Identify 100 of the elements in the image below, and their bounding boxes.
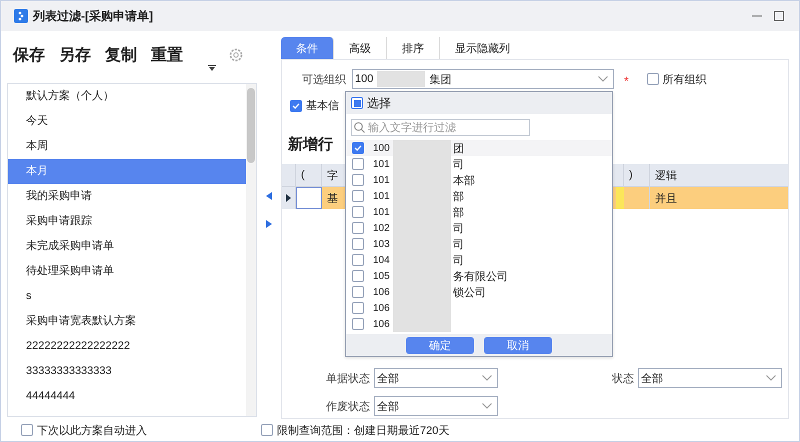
option-name: 司 xyxy=(453,238,464,252)
option-code: 103 xyxy=(373,238,391,250)
option-name: 锁公司 xyxy=(453,286,486,300)
dialog-button[interactable]: 确定 xyxy=(406,336,474,354)
field-label: 可选组织 xyxy=(301,72,346,86)
checkbox[interactable] xyxy=(352,142,364,154)
option-name: 本部 xyxy=(453,174,475,188)
required-mark: * xyxy=(624,74,629,88)
scrollbar[interactable] xyxy=(246,84,256,416)
dialog-button[interactable]: 取消 xyxy=(484,336,552,354)
option-name: 部 xyxy=(453,190,464,204)
checkbox-label: 所有组织 xyxy=(662,72,707,86)
status-select[interactable]: 全部 xyxy=(374,368,498,388)
organization-option[interactable]: 106 xyxy=(346,316,612,332)
column-header: ( xyxy=(296,164,322,186)
option-code: 100 xyxy=(373,142,391,154)
option-name: 务有限公司 xyxy=(453,270,508,284)
toolbar-button[interactable]: 复制 xyxy=(105,44,137,66)
organization-option[interactable]: 101 本部 xyxy=(346,172,612,188)
checkbox[interactable] xyxy=(646,73,659,85)
redaction-block xyxy=(377,71,426,87)
organization-option[interactable]: 106 xyxy=(346,300,612,316)
toolbar-button[interactable]: 另存 xyxy=(59,44,91,66)
redaction-block xyxy=(393,316,451,332)
table-cell xyxy=(296,187,322,209)
checkbox[interactable] xyxy=(351,97,363,109)
scheme-item[interactable]: s xyxy=(8,284,246,309)
tab[interactable]: 条件 xyxy=(281,37,334,59)
checkbox[interactable] xyxy=(352,158,364,170)
checkbox[interactable] xyxy=(261,424,273,436)
window-title: 列表过滤-[采购申请单] xyxy=(33,8,153,24)
scheme-item[interactable]: 未完成采购申请单 xyxy=(8,234,246,259)
caret-icon[interactable] xyxy=(208,65,216,71)
tab[interactable]: 排序 xyxy=(387,37,440,59)
option-name: 司 xyxy=(453,254,464,268)
expand-right-icon[interactable] xyxy=(266,220,272,228)
organization-select[interactable]: 100 集团 xyxy=(352,69,614,89)
organization-option[interactable]: 101 部 xyxy=(346,188,612,204)
checkbox[interactable] xyxy=(290,100,302,112)
app-icon xyxy=(14,9,28,23)
settings-icon[interactable] xyxy=(229,48,243,62)
tab[interactable]: 显示隐藏列 xyxy=(440,37,525,59)
checkbox-label: 限制查询范围：创建日期最近720天 xyxy=(277,424,450,438)
filter-field[interactable]: 输入文字进行过滤 xyxy=(351,119,530,136)
checkbox[interactable] xyxy=(352,254,364,266)
option-code: 106 xyxy=(373,318,391,330)
checkbox[interactable] xyxy=(352,286,364,298)
checkbox-label: 下次以此方案自动进入 xyxy=(37,424,147,438)
organization-option[interactable]: 105 务有限公司 xyxy=(346,268,612,284)
option-code: 101 xyxy=(373,206,391,218)
checkbox[interactable] xyxy=(352,190,364,202)
scheme-item[interactable]: 待处理采购申请单 xyxy=(8,259,246,284)
field-label: 单据状态 xyxy=(325,372,370,386)
organization-option[interactable]: 102 司 xyxy=(346,220,612,236)
status-select[interactable]: 全部 xyxy=(374,396,498,416)
column-header: ) xyxy=(624,164,650,186)
organization-option[interactable]: 104 司 xyxy=(346,252,612,268)
scheme-item[interactable]: 本周 xyxy=(8,134,246,159)
tab[interactable]: 高级 xyxy=(334,37,387,59)
scheme-item[interactable]: 33333333333333 xyxy=(8,359,246,384)
scheme-item[interactable]: 采购申请宽表默认方案 xyxy=(8,309,246,334)
checkbox[interactable] xyxy=(352,222,364,234)
status-select[interactable]: 全部 xyxy=(638,368,782,388)
checkbox[interactable] xyxy=(352,174,364,186)
checkbox[interactable] xyxy=(352,318,364,330)
scheme-item[interactable]: 22222222222222222 xyxy=(8,334,246,359)
collapse-left-icon[interactable] xyxy=(266,192,272,200)
table-cell-text: 并且 xyxy=(654,192,678,206)
scheme-item[interactable]: 我的采购申请 xyxy=(8,184,246,209)
option-code: 105 xyxy=(373,270,391,282)
toolbar-button[interactable]: 重置 xyxy=(151,44,183,66)
option-name: 司 xyxy=(453,222,464,236)
maximize-icon[interactable] xyxy=(773,10,785,22)
organization-option[interactable]: 103 司 xyxy=(346,236,612,252)
checkbox[interactable] xyxy=(352,206,364,218)
scheme-item[interactable]: 采购申请跟踪 xyxy=(8,209,246,234)
option-code: 104 xyxy=(373,254,391,266)
organization-option[interactable]: 106 锁公司 xyxy=(346,284,612,300)
checkbox[interactable] xyxy=(352,270,364,282)
checkbox[interactable] xyxy=(352,302,364,314)
option-code: 102 xyxy=(373,222,391,234)
option-name: 团 xyxy=(453,142,464,156)
field-label: 状态 xyxy=(611,372,634,386)
scheme-item[interactable]: 默认方案（个人） xyxy=(8,84,246,109)
option-code: 106 xyxy=(373,302,391,314)
option-code: 106 xyxy=(373,286,391,298)
scheme-item[interactable]: 44444444 xyxy=(8,384,246,409)
row-pointer-icon xyxy=(286,194,291,202)
chevron-down-icon xyxy=(482,375,492,381)
field-label: 作废状态 xyxy=(325,400,370,414)
column-header: 逻辑 xyxy=(654,168,678,184)
chevron-down-icon xyxy=(482,403,492,409)
scheme-item[interactable]: 今天 xyxy=(8,109,246,134)
toolbar-button[interactable]: 保存 xyxy=(13,44,45,66)
checkbox[interactable] xyxy=(352,238,364,250)
scheme-item[interactable]: 本月 xyxy=(8,159,246,184)
redaction-block xyxy=(393,140,451,156)
section-title: 新增行 xyxy=(288,135,333,154)
checkbox[interactable] xyxy=(21,424,33,436)
chevron-down-icon xyxy=(766,375,776,381)
